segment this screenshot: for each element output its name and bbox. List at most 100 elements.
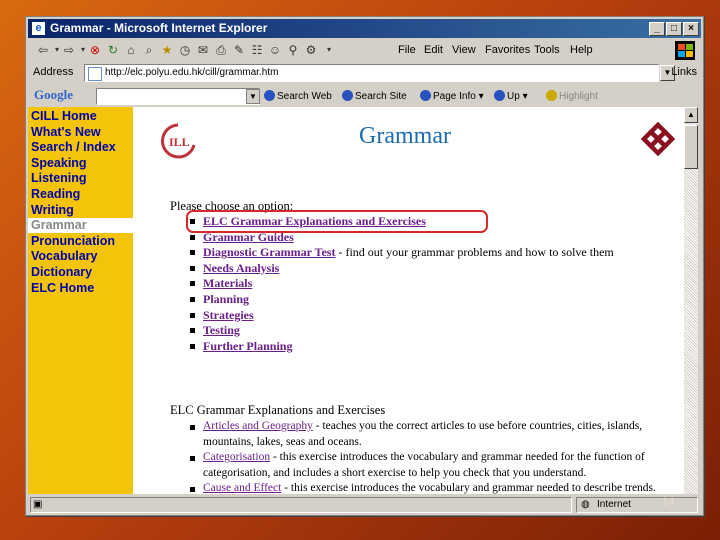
security-zone: ◍ Internet	[576, 497, 698, 513]
edit-icon[interactable]: ✎	[232, 43, 246, 57]
menu-tools[interactable]: Tools	[534, 44, 560, 56]
search-site-button[interactable]: Search Site	[342, 90, 407, 102]
mail-icon[interactable]: ✉	[196, 43, 210, 57]
explanation-text: - this exercise introduces the vocabular…	[203, 451, 645, 479]
address-input[interactable]: http://elc.polyu.edu.hk/cill/grammar.htm	[84, 64, 659, 82]
links-button[interactable]: Links	[671, 66, 697, 78]
menu-file[interactable]: File	[398, 44, 416, 56]
address-bar: Address http://elc.polyu.edu.hk/cill/gra…	[28, 63, 701, 83]
options-list: ELC Grammar Explanations and Exercises G…	[176, 214, 614, 354]
window-title: Grammar - Microsoft Internet Explorer	[50, 21, 268, 35]
link-categorisation[interactable]: Categorisation	[203, 451, 270, 463]
sidebar-nav: CILL Home What's New Search / Index Spea…	[28, 107, 133, 494]
list-item: Needs Analysis	[176, 261, 614, 277]
diagnostic-description: - find out your grammar problems and how…	[335, 245, 614, 260]
stop-icon[interactable]: ⊗	[88, 43, 102, 57]
home-icon[interactable]: ⌂	[124, 43, 138, 57]
sidebar-item-pronunciation[interactable]: Pronunciation	[31, 234, 115, 248]
sidebar-item-cill-home[interactable]: CILL Home	[31, 109, 97, 123]
sidebar-item-grammar-current[interactable]: Grammar	[28, 218, 133, 234]
link-cause-effect[interactable]: Cause and Effect	[203, 482, 281, 494]
list-item: Strategies	[176, 308, 614, 324]
page-info-button[interactable]: Page Info ▾	[420, 90, 484, 102]
list-item: Articles and Geography - teaches you the…	[176, 419, 684, 450]
up-folder-icon	[494, 90, 505, 101]
sidebar-item-reading[interactable]: Reading	[31, 187, 80, 201]
browser-window: e Grammar - Microsoft Internet Explorer …	[25, 16, 704, 516]
menu-edit[interactable]: Edit	[424, 44, 443, 56]
page-icon	[88, 67, 102, 81]
explanations-list: Articles and Geography - teaches you the…	[176, 419, 684, 494]
messenger-icon[interactable]: ☺	[268, 43, 282, 57]
sidebar-item-writing[interactable]: Writing	[31, 203, 74, 217]
menu-favorites[interactable]: Favorites	[485, 44, 530, 56]
highlight-button[interactable]: Highlight	[546, 90, 598, 102]
status-text-area: ▣	[30, 497, 572, 513]
up-button[interactable]: Up ▾	[494, 90, 528, 102]
highlight-icon	[546, 90, 557, 101]
list-item: Diagnostic Grammar Test - find out your …	[176, 245, 614, 261]
info-icon	[420, 90, 431, 101]
tools-icon[interactable]: ⚙	[304, 43, 318, 57]
title-bar: e Grammar - Microsoft Internet Explorer …	[28, 19, 701, 38]
vertical-scrollbar[interactable]: ▲	[684, 107, 698, 494]
sidebar-item-search-index[interactable]: Search / Index	[31, 140, 116, 154]
google-search-input[interactable]	[96, 88, 260, 105]
option-link-strategies[interactable]: Strategies	[203, 308, 254, 322]
sidebar-item-elc-home[interactable]: ELC Home	[31, 281, 94, 295]
address-url: http://elc.polyu.edu.hk/cill/grammar.htm	[105, 67, 279, 78]
option-link-testing[interactable]: Testing	[203, 323, 240, 337]
list-item: Planning	[176, 292, 614, 308]
discuss-icon[interactable]: ☷	[250, 43, 264, 57]
print-icon[interactable]: ⎙	[214, 43, 228, 57]
highlight-circle	[186, 210, 488, 233]
maximize-button[interactable]: □	[666, 22, 682, 36]
favorites-icon[interactable]: ★	[160, 43, 174, 57]
sidebar-item-dictionary[interactable]: Dictionary	[31, 265, 92, 279]
list-item: Materials	[176, 276, 614, 292]
minimize-button[interactable]: _	[649, 22, 665, 36]
option-link-diagnostic-test[interactable]: Diagnostic Grammar Test	[203, 245, 335, 259]
option-planning: Planning	[203, 291, 250, 306]
close-button[interactable]: ×	[683, 22, 699, 36]
windows-logo-icon	[675, 41, 695, 60]
list-item: Categorisation - this exercise introduce…	[176, 450, 684, 481]
sidebar-item-whats-new[interactable]: What's New	[31, 125, 101, 139]
option-link-further-planning[interactable]: Further Planning	[203, 339, 292, 353]
scroll-thumb[interactable]	[684, 125, 698, 169]
scroll-up-icon[interactable]: ▲	[684, 107, 698, 123]
google-logo[interactable]: Google	[34, 87, 73, 103]
page-content: CILL Home What's New Search / Index Spea…	[28, 107, 684, 494]
refresh-icon[interactable]: ↻	[106, 43, 120, 57]
cill-logo: ILL	[161, 123, 196, 159]
option-link-materials[interactable]: Materials	[203, 276, 252, 290]
globe-icon: ◍	[581, 499, 590, 510]
sidebar-item-vocabulary[interactable]: Vocabulary	[31, 249, 97, 263]
status-bar: ▣ ◍ Internet	[28, 496, 701, 513]
link-articles-geography[interactable]: Articles and Geography	[203, 420, 313, 432]
page-done-icon: ▣	[33, 499, 43, 510]
list-item: Cause and Effect - this exercise introdu…	[176, 481, 684, 494]
page-title: Grammar	[359, 123, 451, 149]
sidebar-item-listening[interactable]: Listening	[31, 171, 87, 185]
research-icon[interactable]: ⚲	[286, 43, 300, 57]
ie-icon: e	[32, 22, 45, 35]
forward-icon[interactable]: ⇨	[62, 43, 76, 57]
search-icon[interactable]: ⌕	[142, 43, 156, 57]
menu-view[interactable]: View	[452, 44, 476, 56]
svg-text:ILL: ILL	[169, 135, 190, 149]
google-search-dropdown-icon[interactable]: ▼	[246, 89, 260, 104]
search-web-button[interactable]: Search Web	[264, 90, 332, 102]
history-icon[interactable]: ◷	[178, 43, 192, 57]
standard-toolbar: ⇦ ▾ ⇨ ▾ ⊗ ↻ ⌂ ⌕ ★ ◷ ✉ ⎙ ✎ ☷ ☺ ⚲ ⚙ ▾ File…	[28, 40, 701, 62]
google-toolbar: Google ▼ Search Web Search Site Page Inf…	[28, 85, 701, 107]
search-site-icon	[342, 90, 353, 101]
search-web-icon	[264, 90, 275, 101]
sidebar-item-speaking[interactable]: Speaking	[31, 156, 87, 170]
menu-help[interactable]: Help	[570, 44, 593, 56]
option-link-needs-analysis[interactable]: Needs Analysis	[203, 261, 279, 275]
zone-label: Internet	[597, 499, 631, 510]
back-icon[interactable]: ⇦	[36, 43, 50, 57]
address-label: Address	[33, 66, 74, 78]
toolbar-dropdown-icon[interactable]: ▾	[322, 43, 336, 57]
